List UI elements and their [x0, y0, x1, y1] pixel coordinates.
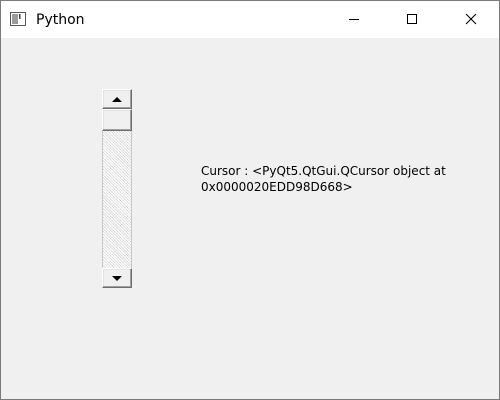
- title-bar[interactable]: Python: [1, 1, 499, 38]
- main-window: Python Cursor : <PyQt5.QtGui.QCursor obj…: [0, 0, 500, 400]
- maximize-icon: [406, 10, 418, 29]
- python-window-icon: [10, 11, 26, 27]
- close-button[interactable]: [448, 1, 494, 38]
- minimize-icon: [348, 10, 360, 29]
- vertical-scrollbar[interactable]: [102, 89, 132, 288]
- minimize-button[interactable]: [331, 1, 377, 38]
- scrollbar-thumb[interactable]: [102, 109, 132, 131]
- close-icon: [465, 10, 477, 29]
- arrow-down-icon: [112, 275, 122, 281]
- cursor-label: Cursor : <PyQt5.QtGui.QCursor object at …: [201, 164, 446, 194]
- client-area: Cursor : <PyQt5.QtGui.QCursor object at …: [1, 38, 499, 399]
- arrow-up-icon: [112, 96, 122, 102]
- maximize-button[interactable]: [389, 1, 435, 38]
- scroll-down-button[interactable]: [102, 268, 132, 288]
- scroll-up-button[interactable]: [102, 89, 132, 109]
- window-title: Python: [36, 12, 85, 28]
